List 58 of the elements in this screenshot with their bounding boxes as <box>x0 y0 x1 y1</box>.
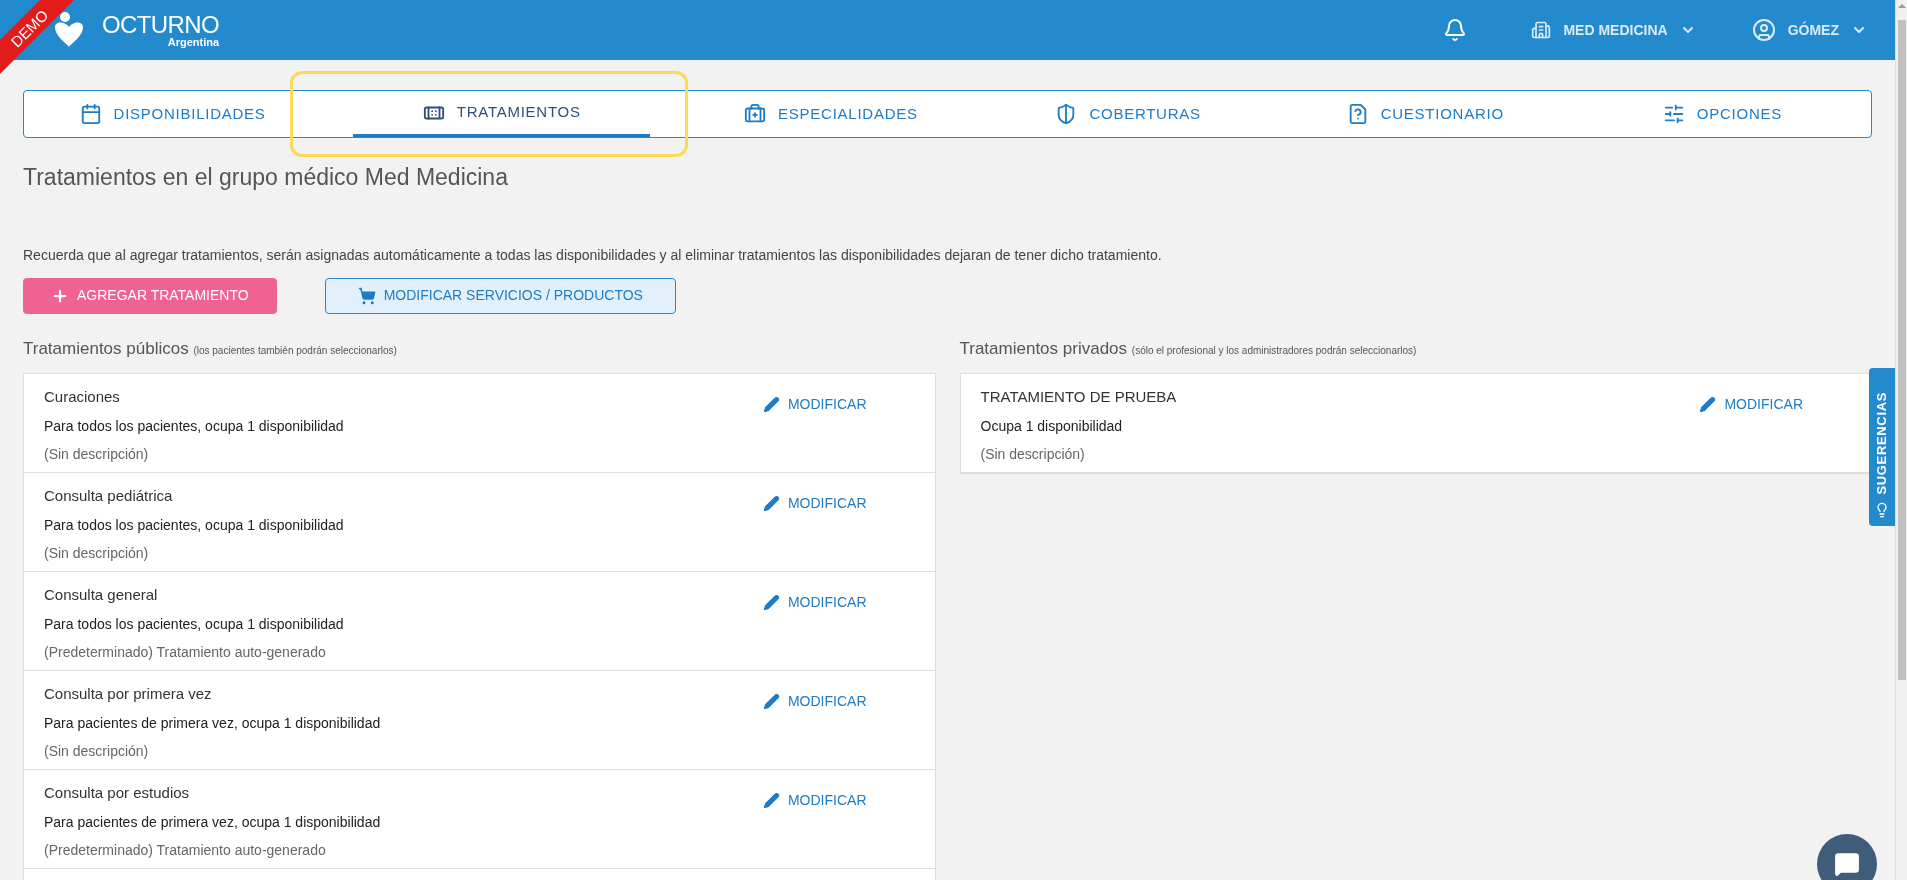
suggestions-tab[interactable]: SUGERENCIAS <box>1869 368 1895 526</box>
section-title: Tratamientos públicos (los pacientes también podrán seleccionarlos) <box>23 337 398 360</box>
pencil-icon <box>1699 396 1717 413</box>
modify-services-button[interactable]: MODIFICAR SERVICIOS / PRODUCTOS <box>324 277 676 314</box>
add-treatment-button[interactable]: AGREGAR TRATAMIENTO <box>23 277 277 314</box>
treatment-name: Consulta general <box>44 585 159 605</box>
tab[interactable]: OPCIONES <box>1573 91 1872 137</box>
pencil-icon <box>762 495 780 512</box>
tab[interactable]: ESPECIALIDADES <box>682 91 980 137</box>
logo-text: OCTURNO <box>102 12 220 37</box>
building-icon <box>1531 20 1552 40</box>
treatment-detail: Para pacientes de primera vez, ocupa 1 disponibilidad <box>44 713 381 733</box>
sliders-icon <box>1662 103 1685 125</box>
treatment-detail: Para pacientes de primera vez, ocupa 1 disponibilidad <box>44 812 381 832</box>
treatment-description: (Sin descripción) <box>980 444 1086 464</box>
treatment-name: Consulta por estudios <box>44 783 191 803</box>
treatment-detail: Para todos los pacientes, ocupa 1 disponibilidad <box>44 614 344 634</box>
treatment-name: Consulta pediátrica <box>44 486 174 506</box>
treatment-detail: Para todos los pacientes, ocupa 1 disponibilidad <box>44 515 344 535</box>
treatment-description: (Sin descripción) <box>44 444 150 464</box>
treatment-description: (Sin descripción) <box>44 741 150 761</box>
tab[interactable]: TRATAMIENTOS <box>353 91 651 137</box>
user-icon <box>1751 18 1776 42</box>
pencil-icon <box>762 792 780 809</box>
tab[interactable]: DISPONIBILIDADES <box>24 91 322 137</box>
cart-icon <box>357 286 376 305</box>
logo-subtitle: Argentina <box>167 36 220 48</box>
pencil-icon <box>762 594 780 611</box>
modify-button[interactable]: MODIFICAR <box>762 493 867 514</box>
treatment-name: Curaciones <box>44 387 121 407</box>
chat-icon <box>1834 851 1860 877</box>
modify-button[interactable]: MODIFICAR <box>762 691 867 712</box>
logo-icon <box>52 11 86 49</box>
notification-bell-icon[interactable] <box>1443 18 1468 42</box>
modify-button[interactable]: MODIFICAR <box>762 790 867 811</box>
pencil-icon <box>762 693 780 710</box>
pencil-icon <box>762 396 780 413</box>
treatment-description: (Sin descripción) <box>44 543 150 563</box>
treatment-name: Consulta por primera vez <box>44 684 213 704</box>
treatment-description: (Predeterminado) Tratamiento auto-generado <box>44 840 327 860</box>
medical-kit-icon <box>744 103 767 125</box>
treatment-description: (Predeterminado) Tratamiento auto-generado <box>44 642 327 662</box>
page-title: Tratamientos en el grupo médico Med Medicina <box>23 163 509 192</box>
notice-text: Recuerda que al agregar tratamientos, serán asignadas automáticamente a todas las disponibilidades y al eliminar tratamientos las disponibilidades dejaran de tener dicho tratamiento. <box>23 245 1163 265</box>
section-title: Tratamientos privados (sólo el profesional y los administradores podrán seleccionarlos) <box>959 337 1418 360</box>
lightbulb-icon <box>1874 502 1890 518</box>
chat-button[interactable] <box>1817 834 1877 880</box>
group-menu[interactable]: MED MEDICINA <box>1531 19 1696 41</box>
calendar-icon <box>79 103 102 125</box>
modify-button[interactable]: MODIFICAR <box>1699 394 1803 415</box>
tab[interactable]: COBERTURAS <box>979 91 1277 137</box>
user-menu[interactable]: GÓMEZ <box>1751 18 1867 42</box>
modify-button[interactable]: MODIFICAR <box>762 592 867 613</box>
modify-button[interactable]: MODIFICAR <box>762 394 867 415</box>
treatment-name: TRATAMIENTO DE PRUEBA <box>980 387 1177 407</box>
treatment-detail: Para todos los pacientes, ocupa 1 disponibilidad <box>44 416 344 436</box>
tab[interactable]: CUESTIONARIO <box>1276 91 1574 137</box>
treatment-detail: Ocupa 1 disponibilidad <box>980 416 1124 436</box>
